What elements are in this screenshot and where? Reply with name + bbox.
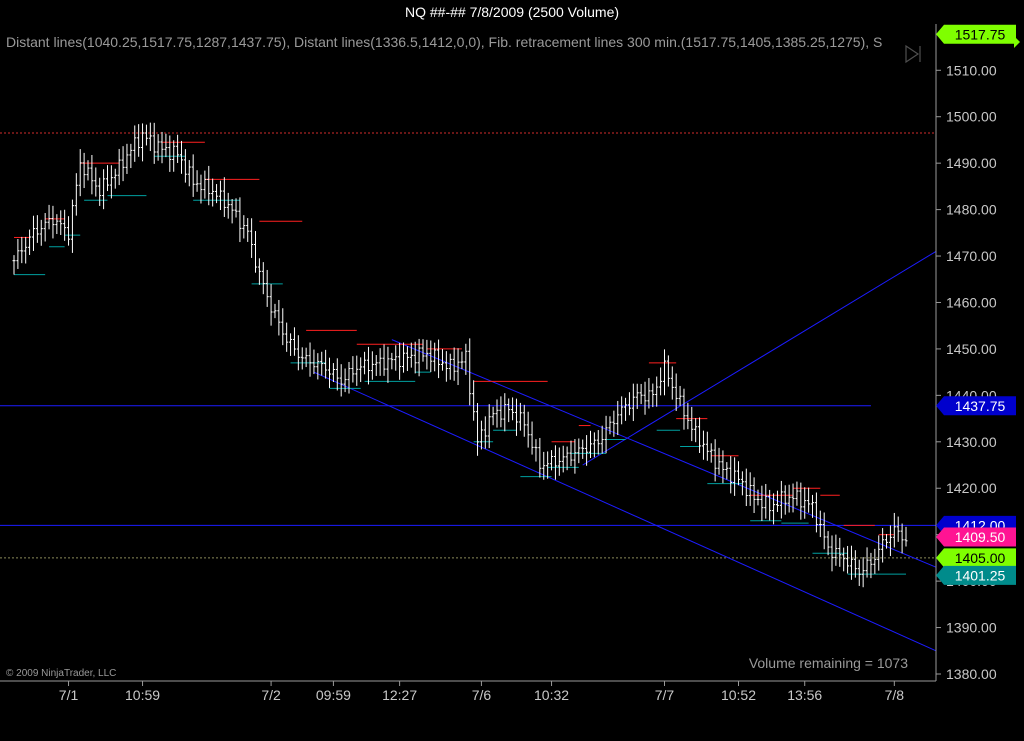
x-tick-label: 7/8 [885, 687, 905, 703]
x-tick-label: 09:59 [316, 687, 351, 703]
trend-lines-layer [313, 250, 937, 652]
x-tick-label: 12:27 [382, 687, 417, 703]
price-marker[interactable]: 1405.00 [936, 548, 1016, 568]
copyright-text: © 2009 NinjaTrader, LLC [6, 668, 116, 679]
trend-line [582, 250, 937, 466]
chart-title: NQ ##-## 7/8/2009 (2500 Volume) [404, 4, 620, 20]
y-tick-label: 1430.00 [946, 434, 997, 450]
pivot-lines-layer [14, 141, 906, 575]
price-marker-label: 1517.75 [955, 26, 1006, 42]
x-tick-label: 7/2 [261, 687, 281, 703]
price-chart[interactable]: 1380.001390.001400.001410.001420.001430.… [0, 24, 1024, 741]
y-tick-label: 1470.00 [946, 248, 997, 264]
price-marker[interactable]: 1401.25 [936, 565, 1016, 585]
price-marker[interactable]: 1517.75 [936, 24, 1016, 44]
price-marker-label: 1437.75 [955, 398, 1006, 414]
y-tick-label: 1510.00 [946, 62, 997, 78]
x-tick-label: 7/7 [655, 687, 675, 703]
play-forward-icon[interactable] [905, 44, 921, 64]
price-marker-label: 1401.25 [955, 567, 1006, 583]
x-tick-label: 10:52 [721, 687, 756, 703]
axis-layer: 1380.001390.001400.001410.001420.001430.… [0, 24, 997, 703]
price-bars-layer [12, 122, 908, 588]
price-marker[interactable]: 1409.50 [936, 527, 1016, 547]
y-tick-label: 1480.00 [946, 202, 997, 218]
price-marker[interactable]: 1437.75 [936, 396, 1016, 416]
y-tick-label: 1500.00 [946, 109, 997, 125]
y-tick-label: 1380.00 [946, 666, 997, 682]
x-tick-label: 10:32 [534, 687, 569, 703]
trend-line [313, 371, 937, 652]
indicators-label: Distant lines(1040.25,1517.75,1287,1437.… [6, 34, 882, 50]
volume-remaining-text: Volume remaining = 1073 [749, 655, 908, 671]
x-tick-label: 13:56 [787, 687, 822, 703]
y-tick-label: 1460.00 [946, 294, 997, 310]
scroll-arrow-icon[interactable] [1014, 36, 1020, 48]
price-marker-label: 1409.50 [955, 529, 1006, 545]
y-tick-label: 1450.00 [946, 341, 997, 357]
trend-line [391, 339, 937, 568]
price-marker-label: 1405.00 [955, 550, 1006, 566]
horizontal-lines-layer [0, 132, 936, 559]
x-tick-label: 7/6 [472, 687, 492, 703]
y-tick-label: 1390.00 [946, 620, 997, 636]
y-tick-label: 1490.00 [946, 155, 997, 171]
x-tick-label: 10:59 [125, 687, 160, 703]
x-tick-label: 7/1 [59, 687, 79, 703]
y-tick-label: 1420.00 [946, 480, 997, 496]
